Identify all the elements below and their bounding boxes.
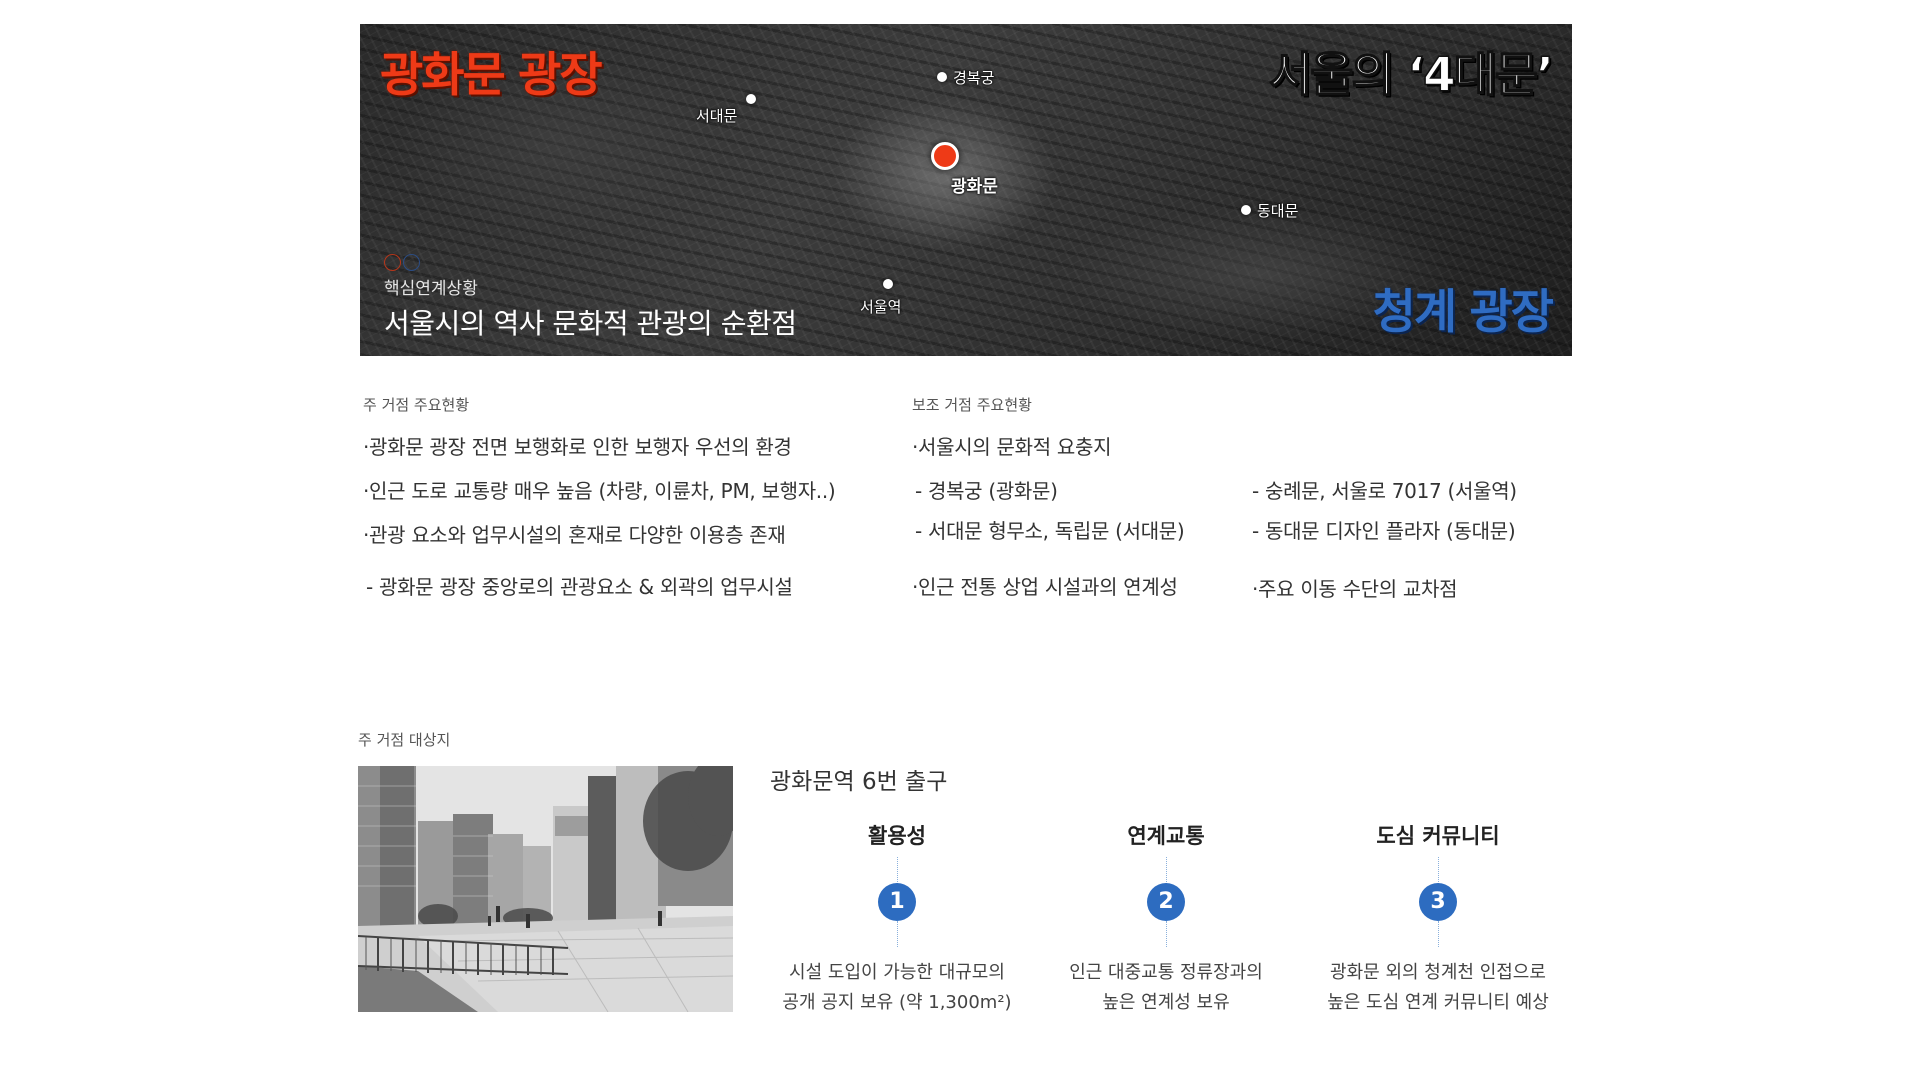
feature-1-connector-top: [897, 857, 898, 884]
feature-2-desc-line-1: 인근 대중교통 정류장과의: [1069, 962, 1263, 983]
feature-title-urban-community: 도심 커뮤니티: [1376, 824, 1500, 848]
marker-seoul-station: [883, 279, 893, 289]
sub-status-bottom-left: ·인근 전통 상업 시설과의 연계성: [912, 575, 1178, 599]
legend-red-circle-icon: [384, 254, 401, 271]
legend-blue-circle-icon: [403, 254, 420, 271]
main-status-line-2: ·인근 도로 교통량 매우 높음 (차량, 이륜차, PM, 보행자..): [363, 479, 836, 503]
label-gyeongbokgung: 경복궁: [953, 69, 995, 87]
marker-gyeongbokgung: [937, 72, 947, 82]
exit-title: 광화문역 6번 출구: [770, 769, 948, 795]
feature-1-description: 시설 도입이 가능한 대규모의 공개 공지 보유 (약 1,300m²): [757, 958, 1037, 1018]
hero-map: 광화문 광장 서울의 ‘4대문’ 청계 광장 경복궁 서대문 광화문 동대문 서…: [360, 24, 1572, 356]
sub-status-bottom-right: ·주요 이동 수단의 교차점: [1252, 577, 1458, 601]
main-status-line-4: - 광화문 광장 중앙로의 관광요소 & 외곽의 업무시설: [366, 575, 793, 599]
hero-title-cheonggye-square: 청계 광장: [1372, 285, 1554, 340]
main-status-line-1: ·광화문 광장 전면 보행화로 인한 보행자 우선의 환경: [363, 435, 792, 459]
site-photo: [358, 766, 733, 1012]
feature-2-number-badge: 2: [1147, 883, 1185, 921]
feature-1-desc-line-1: 시설 도입이 가능한 대규모의: [789, 962, 1005, 983]
sub-status-item-3: - 숭례문, 서울로 7017 (서울역): [1252, 479, 1517, 503]
feature-3-connector-top: [1438, 857, 1439, 884]
feature-2-desc-line-2: 높은 연계성 보유: [1102, 992, 1230, 1013]
hero-subtitle: 핵심연계상황: [384, 279, 478, 299]
feature-1-connector-bottom: [897, 921, 898, 947]
feature-2-connector-bottom: [1166, 921, 1167, 947]
main-status-line-3: ·관광 요소와 업무시설의 혼재로 다양한 이용층 존재: [363, 523, 786, 547]
feature-2-connector-top: [1166, 857, 1167, 884]
hero-title-four-gates: 서울의 ‘4대문’: [1268, 47, 1554, 104]
label-seodaemun: 서대문: [696, 107, 738, 125]
sub-status-item-1: - 경복궁 (광화문): [915, 479, 1058, 503]
marker-dongdaemun: [1241, 205, 1251, 215]
hero-title-gwanghwamun-square: 광화문 광장: [380, 48, 603, 103]
feature-3-description: 광화문 외의 청계천 인접으로 높은 도심 연계 커뮤니티 예상: [1298, 958, 1578, 1018]
sub-status-heading: ·서울시의 문화적 요충지: [912, 435, 1112, 459]
street-scene-illustration: [358, 766, 733, 1012]
label-seoul-station: 서울역: [860, 298, 902, 316]
sub-status-label: 보조 거점 주요현황: [912, 396, 1032, 414]
feature-3-connector-bottom: [1438, 921, 1439, 947]
marker-gwanghwamun: [931, 142, 959, 170]
feature-3-desc-line-1: 광화문 외의 청계천 인접으로: [1330, 962, 1546, 983]
sub-status-item-2: - 서대문 형무소, 독립문 (서대문): [915, 519, 1185, 543]
feature-title-transit-link: 연계교통: [1127, 824, 1205, 848]
feature-1-number-badge: 1: [878, 883, 916, 921]
legend-circles: [384, 252, 422, 271]
label-dongdaemun: 동대문: [1257, 202, 1299, 220]
feature-2-description: 인근 대중교통 정류장과의 높은 연계성 보유: [1026, 958, 1306, 1018]
main-status-label: 주 거점 주요현황: [363, 396, 470, 414]
feature-1-desc-line-2: 공개 공지 보유 (약 1,300m²): [782, 992, 1012, 1013]
site-label: 주 거점 대상지: [358, 731, 451, 749]
hero-main-text: 서울시의 역사 문화적 관광의 순환점: [384, 307, 797, 340]
sub-status-item-4: - 동대문 디자인 플라자 (동대문): [1252, 519, 1516, 543]
marker-seodaemun: [746, 94, 756, 104]
label-gwanghwamun: 광화문: [951, 177, 998, 197]
feature-3-desc-line-2: 높은 도심 연계 커뮤니티 예상: [1327, 992, 1549, 1013]
feature-title-utility: 활용성: [868, 824, 926, 848]
feature-3-number-badge: 3: [1419, 883, 1457, 921]
